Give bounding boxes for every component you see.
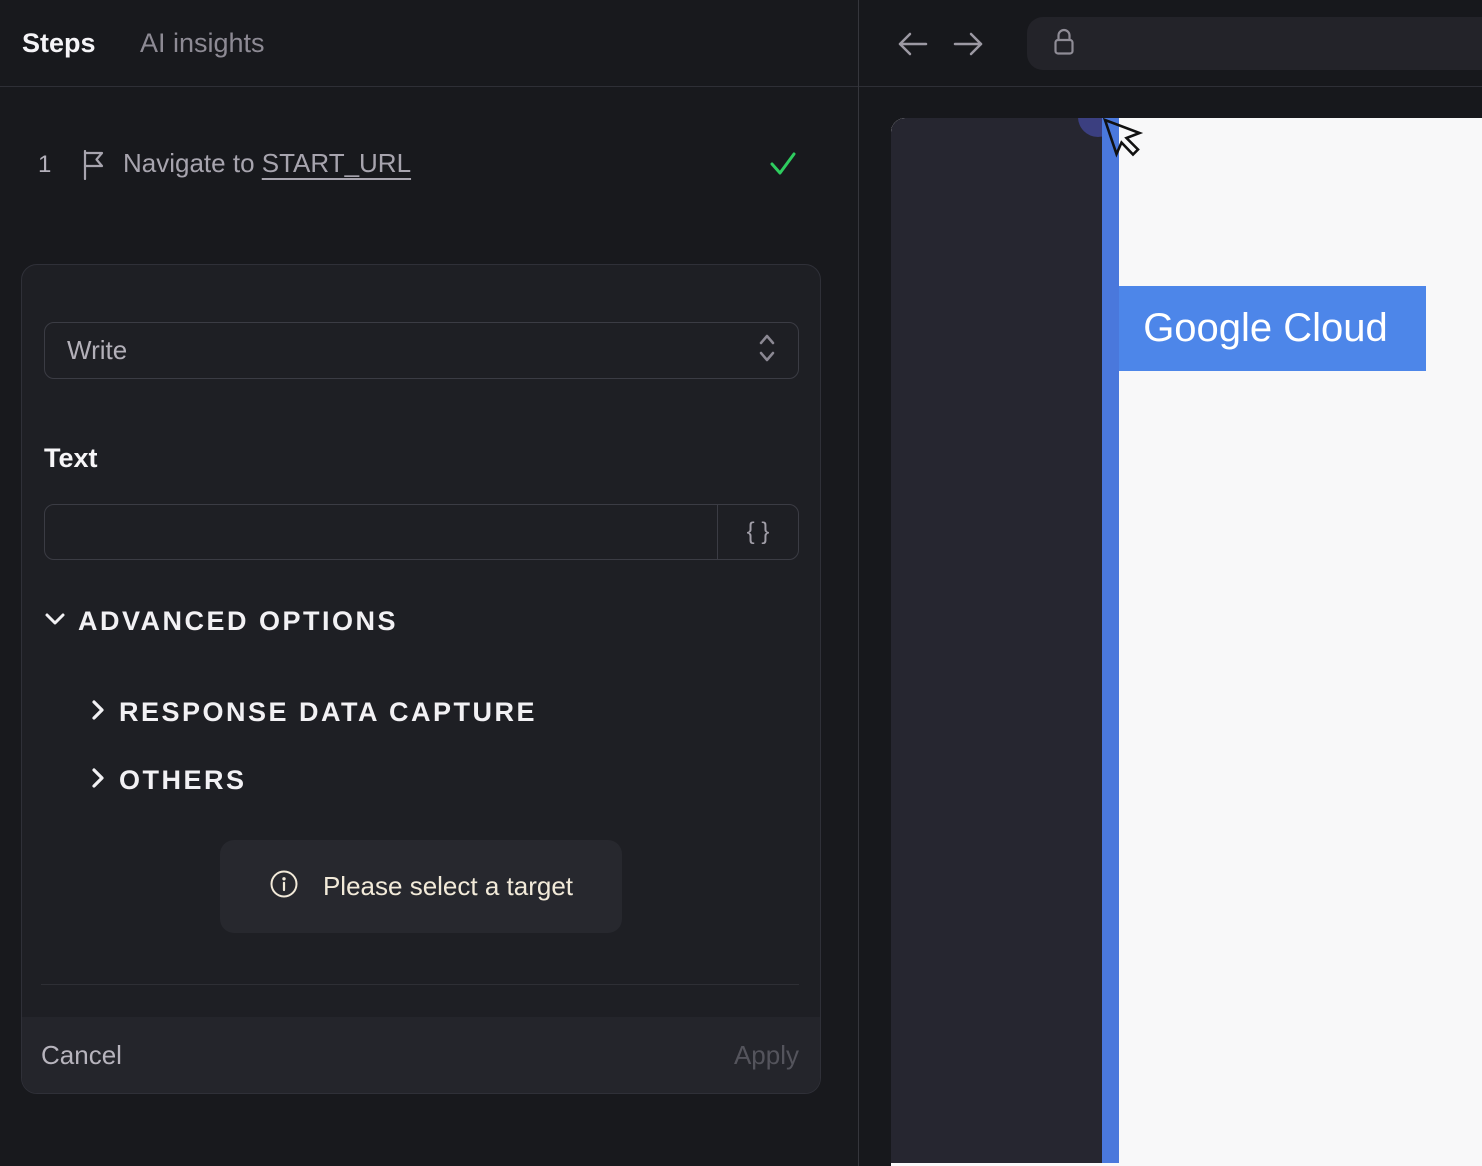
others-toggle[interactable]: OTHERS [91, 765, 247, 796]
editor-footer: Cancel Apply [22, 1017, 820, 1093]
chevron-updown-icon [758, 333, 776, 368]
insert-variable-button[interactable]: { } [717, 505, 798, 559]
advanced-options-label: ADVANCED OPTIONS [78, 606, 399, 636]
footer-divider [41, 984, 799, 985]
google-cloud-highlight[interactable]: Google Cloud [1119, 286, 1426, 371]
lock-icon [1052, 26, 1076, 62]
step-title-text: Navigate to [123, 148, 262, 178]
chevron-right-icon [91, 699, 105, 726]
tab-steps[interactable]: Steps [22, 0, 96, 87]
text-field-label: Text [44, 443, 98, 473]
browser-toolbar [859, 0, 1482, 87]
arrow-right-icon [953, 32, 983, 55]
text-input[interactable] [45, 505, 717, 559]
cancel-button[interactable]: Cancel [41, 1017, 122, 1093]
info-icon [269, 869, 299, 904]
response-data-capture-label: RESPONSE DATA CAPTURE [119, 697, 538, 727]
text-input-group: { } [44, 504, 799, 560]
arrow-left-icon [898, 32, 928, 55]
step-title: Navigate to START_URL [123, 148, 411, 179]
app-window: Steps AI insights 1 Navigate to START_UR… [0, 0, 1482, 1166]
panel-header: Steps AI insights [0, 0, 858, 87]
steps-panel: Steps AI insights 1 Navigate to START_UR… [0, 0, 858, 1166]
browser-viewport: Google Cloud [859, 88, 1482, 1166]
start-url-link[interactable]: START_URL [262, 148, 411, 178]
others-label: OTHERS [119, 765, 247, 795]
response-data-capture-toggle[interactable]: RESPONSE DATA CAPTURE [91, 697, 537, 728]
select-target-notice: Please select a target [220, 840, 622, 933]
page-dark-sidebar [891, 118, 1102, 1163]
forward-button[interactable] [951, 0, 985, 87]
mouse-cursor-icon [1101, 118, 1147, 173]
element-highlight-stripe [1102, 118, 1119, 1163]
action-select[interactable]: Write [44, 322, 799, 379]
success-check-icon [769, 150, 797, 182]
step-number: 1 [38, 151, 52, 178]
tab-ai-insights[interactable]: AI insights [140, 0, 265, 87]
chevron-right-icon [91, 767, 105, 794]
web-page: Google Cloud [891, 118, 1482, 1166]
step-editor-card: Write Text { } ADVANCED OPTIONS RESPONSE… [21, 264, 821, 1094]
browser-panel: Google Cloud [858, 0, 1482, 1166]
address-bar[interactable] [1027, 17, 1482, 70]
google-cloud-label: Google Cloud [1143, 306, 1388, 350]
select-target-notice-text: Please select a target [322, 871, 574, 901]
step-item[interactable]: 1 Navigate to START_URL [0, 148, 858, 184]
apply-button[interactable]: Apply [734, 1017, 799, 1093]
chevron-down-icon [44, 612, 66, 631]
advanced-options-toggle[interactable]: ADVANCED OPTIONS [44, 606, 398, 637]
flag-icon [82, 149, 104, 185]
back-button[interactable] [896, 0, 930, 87]
action-select-value: Write [67, 335, 128, 365]
